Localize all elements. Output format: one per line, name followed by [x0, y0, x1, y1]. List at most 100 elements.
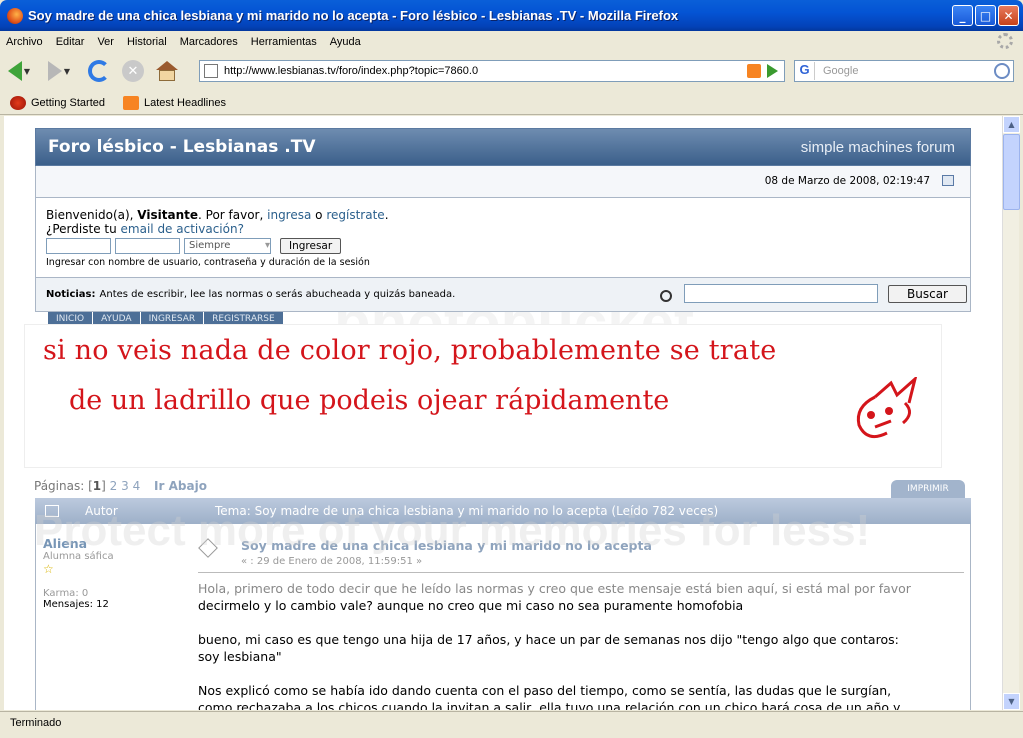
news-text: Antes de escribir, lee las normas o será…: [99, 289, 456, 300]
current-date: 08 de Marzo de 2008, 02:19:47: [764, 175, 930, 187]
page-viewport[interactable]: photobucket Foro lésbico - Lesbianas .TV…: [4, 116, 1002, 710]
menu-herramientas[interactable]: Herramientas: [251, 36, 317, 48]
google-engine-icon[interactable]: G: [795, 62, 815, 80]
vertical-scrollbar[interactable]: ▲ ▼: [1002, 116, 1020, 710]
address-bar[interactable]: http://www.lesbianas.tv/foro/index.php?t…: [199, 60, 785, 82]
forward-button[interactable]: ▼: [44, 56, 74, 86]
chevron-down-icon[interactable]: ▼: [64, 67, 70, 76]
chevron-down-icon: ▾: [264, 240, 270, 251]
go-button[interactable]: [767, 64, 778, 78]
password-field[interactable]: [115, 238, 180, 254]
pages-label: Páginas: [: [34, 479, 93, 493]
page-icon: [204, 64, 218, 78]
news-bar: Noticias: Antes de escribir, lee las nor…: [35, 278, 971, 312]
back-arrow-icon: [7, 61, 22, 81]
forum-title[interactable]: Foro lésbico - Lesbianas .TV: [48, 137, 315, 157]
window-title-bar[interactable]: Soy madre de una chica lesbiana y mi mar…: [0, 0, 1023, 31]
go-down-link[interactable]: Ir Abajo: [154, 479, 207, 493]
reload-icon: [88, 60, 110, 82]
session-duration-select[interactable]: Siempre ▾: [184, 238, 271, 254]
menu-historial[interactable]: Historial: [127, 36, 167, 48]
home-icon: [156, 61, 178, 81]
poster-karma: Karma: 0: [43, 588, 89, 599]
print-button[interactable]: IMPRIMIR: [891, 480, 965, 498]
throbber-icon: [997, 33, 1013, 49]
pagination: Páginas: [1] 2 3 4 Ir Abajo: [34, 479, 207, 493]
activation-email-link[interactable]: email de activación?: [121, 222, 244, 236]
page-link-3[interactable]: 3: [121, 479, 129, 493]
menu-editar[interactable]: Editar: [56, 36, 85, 48]
status-text: Terminado: [10, 717, 62, 729]
collapse-icon[interactable]: [942, 175, 954, 186]
search-icon[interactable]: [994, 63, 1010, 79]
poster-name[interactable]: Aliena: [43, 536, 183, 551]
back-button[interactable]: ▼: [4, 56, 34, 86]
post-text: soy lesbiana": [198, 649, 282, 664]
web-search-box[interactable]: G Google: [794, 60, 1014, 82]
search-placeholder[interactable]: Google: [823, 65, 858, 77]
page-link-4[interactable]: 4: [133, 479, 141, 493]
smf-logo[interactable]: simple machines forum: [801, 139, 955, 156]
menu-ayuda[interactable]: Ayuda: [330, 36, 361, 48]
login-button[interactable]: Ingresar: [280, 238, 342, 254]
menu-marcadores[interactable]: Marcadores: [180, 36, 238, 48]
post-body: Hola, primero de todo decir que he leído…: [198, 580, 964, 710]
login-link[interactable]: ingresa: [267, 208, 311, 222]
post-text: Hola, primero de todo decir que he leído…: [198, 581, 911, 596]
topic-header: Autor Tema: Soy madre de una chica lesbi…: [35, 498, 971, 524]
window-title: Soy madre de una chica lesbiana y mi mar…: [28, 8, 679, 23]
star-icon: ☆: [43, 562, 54, 576]
bookmark-latest-headlines[interactable]: Latest Headlines: [123, 95, 226, 110]
poster-messages: Mensajes: 12: [43, 599, 109, 610]
poster-rank: Alumna sáfica: [43, 551, 114, 562]
navigation-toolbar: ▼ ▼ ✕ http://www.lesbianas.tv/foro/index…: [0, 52, 1023, 90]
topic-title: Tema: Soy madre de una chica lesbiana y …: [215, 504, 719, 518]
close-button[interactable]: ✕: [998, 5, 1019, 26]
scroll-down-button[interactable]: ▼: [1003, 693, 1020, 710]
forum-search-input[interactable]: [684, 284, 878, 303]
post: Aliena Alumna sáfica ☆ Karma: 0 Mensajes…: [35, 524, 971, 710]
url-text[interactable]: http://www.lesbianas.tv/foro/index.php?t…: [224, 65, 747, 77]
home-button[interactable]: [152, 56, 182, 86]
reload-button[interactable]: [84, 56, 114, 86]
lost-text: ¿Perdiste tu: [46, 222, 117, 236]
duration-value: Siempre: [189, 240, 231, 251]
register-link[interactable]: regístrate: [326, 208, 384, 222]
welcome-text: Bienvenido(a),: [46, 208, 134, 222]
author-column: Autor: [85, 504, 118, 518]
login-panel: Bienvenido(a), Visitante. Por favor, ing…: [35, 198, 971, 278]
chevron-down-icon[interactable]: ▼: [24, 67, 30, 76]
post-icon: [198, 538, 218, 558]
welcome-mid: . Por favor,: [198, 208, 264, 222]
overlay-banner: si no veis nada de color rojo, probablem…: [24, 324, 942, 468]
forum-container: Foro lésbico - Lesbianas .TV simple mach…: [35, 128, 971, 328]
scroll-up-button[interactable]: ▲: [1003, 116, 1020, 133]
firefox-bookmark-icon: [10, 95, 26, 110]
visitor-name: Visitante: [137, 208, 198, 222]
page-link-2[interactable]: 2: [110, 479, 118, 493]
rss-bookmark-icon: [123, 95, 139, 110]
forum-header: Foro lésbico - Lesbianas .TV simple mach…: [35, 128, 971, 166]
stop-button[interactable]: ✕: [118, 56, 148, 86]
doodle-face-icon: [856, 377, 918, 439]
search-button[interactable]: Buscar: [888, 285, 967, 303]
firefox-icon: [7, 7, 23, 24]
banner-line-1: si no veis nada de color rojo, probablem…: [43, 335, 777, 366]
current-page: 1: [92, 479, 102, 493]
scroll-thumb[interactable]: [1003, 134, 1020, 210]
topic-icon: [45, 505, 59, 517]
menu-archivo[interactable]: Archivo: [6, 36, 43, 48]
post-text: decirmelo y lo cambio vale? aunque no cr…: [198, 598, 744, 613]
pages-close: ]: [101, 479, 106, 493]
post-title[interactable]: Soy madre de una chica lesbiana y mi mar…: [241, 538, 652, 553]
news-label: Noticias:: [46, 289, 96, 300]
post-divider: [198, 572, 964, 573]
maximize-button[interactable]: □: [975, 5, 996, 26]
rss-feed-icon[interactable]: [747, 64, 761, 78]
post-text: como rechazaba a los chicos cuando la in…: [198, 700, 901, 710]
menu-ver[interactable]: Ver: [97, 36, 114, 48]
post-text: bueno, mi caso es que tengo una hija de …: [198, 632, 899, 647]
minimize-button[interactable]: _: [952, 5, 973, 26]
username-field[interactable]: [46, 238, 111, 254]
bookmark-getting-started[interactable]: Getting Started: [10, 95, 105, 110]
